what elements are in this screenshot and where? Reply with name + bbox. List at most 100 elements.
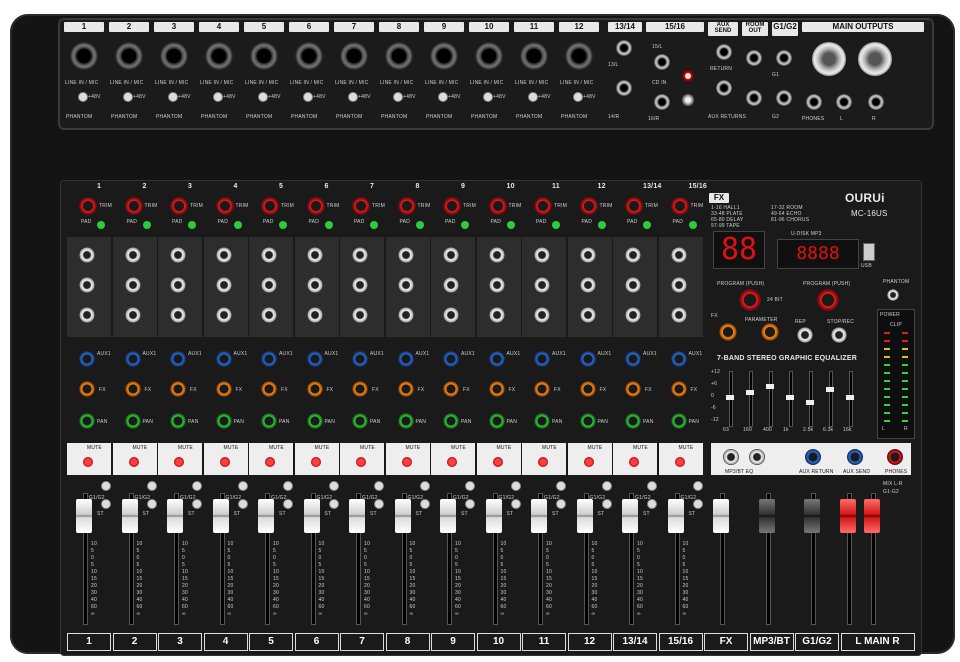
trim-knob[interactable] [579, 197, 598, 215]
fx-send-knob[interactable] [170, 381, 186, 397]
rca-red[interactable] [682, 70, 694, 82]
g1g2-button[interactable] [192, 481, 202, 491]
channel-fader[interactable] [258, 499, 274, 533]
fx-send-knob[interactable] [124, 381, 141, 397]
g1g2-button[interactable] [328, 481, 339, 491]
geq-slider[interactable] [786, 395, 794, 400]
geq-slider[interactable] [766, 384, 774, 390]
eq-high-knob[interactable] [443, 247, 459, 263]
eq-low-knob[interactable] [261, 307, 277, 323]
fx-send-knob[interactable] [625, 381, 641, 397]
eq-high-knob[interactable] [124, 247, 141, 263]
aux1-knob[interactable] [488, 351, 505, 367]
mute-button[interactable] [447, 457, 457, 467]
phones-jack[interactable] [806, 94, 822, 110]
parameter-knob[interactable] [761, 323, 779, 341]
mute-button[interactable] [401, 457, 412, 467]
channel-fader[interactable] [212, 499, 229, 533]
pad-switch[interactable] [188, 221, 196, 229]
channel-fader[interactable] [440, 499, 456, 533]
channel-fader[interactable] [531, 499, 547, 533]
pad-switch[interactable] [506, 221, 515, 229]
eq-high-knob[interactable] [306, 247, 323, 263]
mute-button[interactable] [83, 457, 93, 467]
trim-knob[interactable] [215, 197, 234, 215]
mute-button[interactable] [674, 457, 685, 467]
eq-low-knob[interactable] [670, 307, 687, 323]
phantom-button[interactable] [483, 92, 493, 102]
pad-switch[interactable] [552, 221, 560, 229]
fx-return-fader[interactable] [713, 499, 729, 533]
eq-high-knob[interactable] [488, 247, 505, 263]
pad-switch[interactable] [597, 221, 606, 229]
eq-low-knob[interactable] [534, 307, 550, 323]
pad-switch[interactable] [324, 221, 333, 229]
channel-fader[interactable] [576, 499, 593, 533]
combo-input-jack[interactable] [340, 42, 368, 70]
mute-button[interactable] [174, 457, 184, 467]
g1g2-button[interactable] [237, 481, 248, 491]
aux1-knob[interactable] [306, 351, 323, 367]
fx-program-knob[interactable] [739, 289, 761, 311]
g1g2-button[interactable] [601, 481, 612, 491]
pan-knob[interactable] [170, 413, 186, 429]
channel-fader[interactable] [622, 499, 638, 533]
trim-knob[interactable] [625, 197, 643, 215]
phones-knob[interactable] [887, 449, 903, 465]
eq-mid-knob[interactable] [534, 277, 550, 293]
eq-mid-knob[interactable] [443, 277, 459, 293]
eq-high-knob[interactable] [670, 247, 687, 263]
pan-knob[interactable] [488, 413, 505, 429]
g1-jack[interactable] [776, 50, 792, 66]
eq-high-knob[interactable] [215, 247, 232, 263]
usb-port[interactable] [863, 243, 875, 261]
st-button[interactable] [101, 499, 111, 509]
phantom-button[interactable] [528, 92, 538, 102]
aux1-knob[interactable] [261, 351, 277, 367]
aux1-knob[interactable] [215, 351, 232, 367]
phantom-button[interactable] [168, 92, 178, 102]
pad-switch[interactable] [461, 221, 469, 229]
geq-slider[interactable] [746, 389, 754, 395]
mp3-bt-fader[interactable] [758, 499, 775, 533]
pad-switch[interactable] [233, 221, 242, 229]
fx-send-knob[interactable] [261, 381, 277, 397]
trim-knob[interactable] [534, 197, 552, 215]
stop-rec-button[interactable] [831, 327, 847, 343]
eq-low-knob[interactable] [170, 307, 186, 323]
st-button[interactable] [237, 499, 248, 509]
g1g2-button[interactable] [556, 481, 566, 491]
jack-15l[interactable] [654, 54, 670, 70]
fx-send-knob[interactable] [488, 381, 505, 397]
eq-high-knob[interactable] [352, 247, 368, 263]
pan-knob[interactable] [397, 413, 414, 429]
eq-low-knob[interactable] [579, 307, 596, 323]
st-button[interactable] [328, 499, 339, 509]
channel-fader[interactable] [167, 499, 183, 533]
aux1-knob[interactable] [670, 351, 687, 367]
combo-input-jack[interactable] [520, 42, 548, 70]
trim-knob[interactable] [670, 197, 689, 215]
eq-low-knob[interactable] [215, 307, 232, 323]
pad-switch[interactable] [279, 221, 287, 229]
fx-send-knob[interactable] [534, 381, 550, 397]
eq-mid-knob[interactable] [488, 277, 505, 293]
st-button[interactable] [192, 499, 202, 509]
geq-slider[interactable] [826, 386, 834, 392]
aux1-knob[interactable] [352, 351, 368, 367]
phantom-button[interactable] [393, 92, 403, 102]
st-button[interactable] [601, 499, 612, 509]
rep-button[interactable] [797, 327, 813, 343]
combo-input-jack[interactable] [115, 42, 143, 70]
channel-fader[interactable] [76, 499, 92, 533]
mute-button[interactable] [492, 457, 503, 467]
eq-mid-knob[interactable] [352, 277, 368, 293]
main-out-l-jack[interactable] [836, 94, 852, 110]
channel-fader[interactable] [303, 499, 320, 533]
st-button[interactable] [465, 499, 475, 509]
eq-high-knob[interactable] [170, 247, 186, 263]
aux1-knob[interactable] [170, 351, 186, 367]
g1g2-button[interactable] [692, 481, 703, 491]
st-button[interactable] [419, 499, 430, 509]
aux-send-knob[interactable] [847, 449, 863, 465]
